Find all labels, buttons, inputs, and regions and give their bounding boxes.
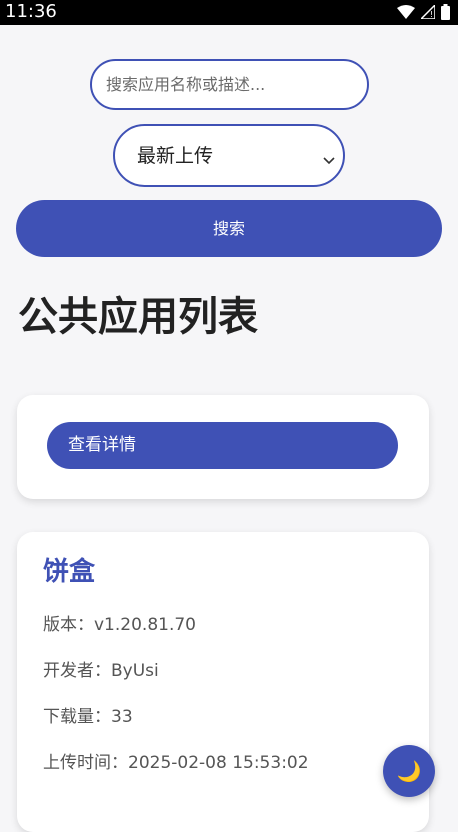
status-icons: !	[397, 3, 450, 21]
view-details-button[interactable]: 查看详情	[47, 422, 398, 469]
signal-icon: !	[421, 5, 435, 19]
svg-text:!: !	[430, 10, 433, 19]
app-upload-time: 上传时间：2025-02-08 15:53:02	[43, 753, 309, 773]
app-card: 饼盒 版本：v1.20.81.70 开发者：ByUsi 下载量：33 上传时间：…	[17, 532, 429, 832]
app-card: 查看详情	[17, 395, 429, 499]
search-input[interactable]	[90, 59, 369, 110]
wifi-icon	[397, 5, 415, 19]
search-button[interactable]: 搜索	[16, 200, 442, 257]
app-name: 饼盒	[43, 557, 96, 587]
chevron-down-icon	[323, 150, 335, 169]
moon-icon: 🌙	[396, 759, 422, 783]
dark-mode-toggle-button[interactable]: 🌙	[383, 745, 435, 797]
status-time: 11:36	[5, 1, 57, 22]
page-title: 公共应用列表	[18, 294, 258, 340]
battery-icon	[441, 4, 450, 20]
status-bar: 11:36 !	[0, 0, 458, 25]
app-developer: 开发者：ByUsi	[43, 661, 159, 681]
sort-select-value: 最新上传	[137, 145, 214, 167]
app-downloads: 下载量：33	[43, 707, 133, 727]
app-version: 版本：v1.20.81.70	[43, 615, 196, 635]
sort-select[interactable]: 最新上传	[113, 124, 345, 187]
